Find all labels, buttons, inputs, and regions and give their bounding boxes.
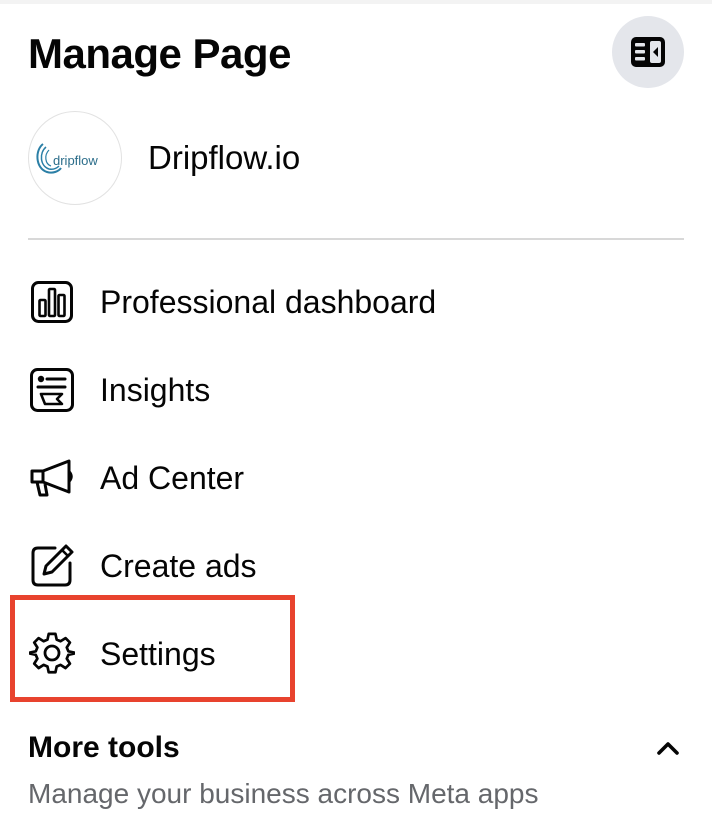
menu-item-create-ads[interactable]: Create ads xyxy=(28,534,257,598)
more-tools-title: More tools xyxy=(28,731,180,764)
menu-item-label: Insights xyxy=(100,371,211,408)
page-title: Manage Page xyxy=(28,30,291,77)
chevron-up-icon xyxy=(657,742,679,755)
menu-item-label: Settings xyxy=(100,635,216,672)
svg-text:dripflow: dripflow xyxy=(53,153,98,168)
collapse-sidebar-button[interactable] xyxy=(612,16,684,88)
dripflow-logo: dripflow xyxy=(36,143,98,174)
insights-icon xyxy=(28,366,76,414)
edit-icon xyxy=(28,542,76,590)
menu-item-insights[interactable]: Insights xyxy=(28,358,210,422)
avatar[interactable]: dripflow xyxy=(28,111,122,205)
menu-item-label: Create ads xyxy=(100,547,257,584)
divider xyxy=(28,238,684,240)
megaphone-icon xyxy=(28,454,76,502)
page-profile[interactable]: dripflow Dripflow.io xyxy=(28,110,300,206)
bar-chart-icon xyxy=(28,278,76,326)
sidebar-collapse-icon xyxy=(631,37,665,67)
gear-icon xyxy=(28,630,76,678)
menu-item-label: Ad Center xyxy=(100,459,245,496)
menu-item-settings[interactable]: Settings xyxy=(28,622,216,686)
top-border xyxy=(0,0,712,4)
menu-item-ad-center[interactable]: Ad Center xyxy=(28,446,244,510)
page-name[interactable]: Dripflow.io xyxy=(148,139,300,177)
menu-item-label: Professional dashboard xyxy=(100,283,437,320)
collapse-more-tools-button[interactable] xyxy=(652,728,684,768)
more-tools-subtitle: Manage your business across Meta apps xyxy=(28,778,539,809)
menu-item-professional-dashboard[interactable]: Professional dashboard xyxy=(28,270,436,334)
